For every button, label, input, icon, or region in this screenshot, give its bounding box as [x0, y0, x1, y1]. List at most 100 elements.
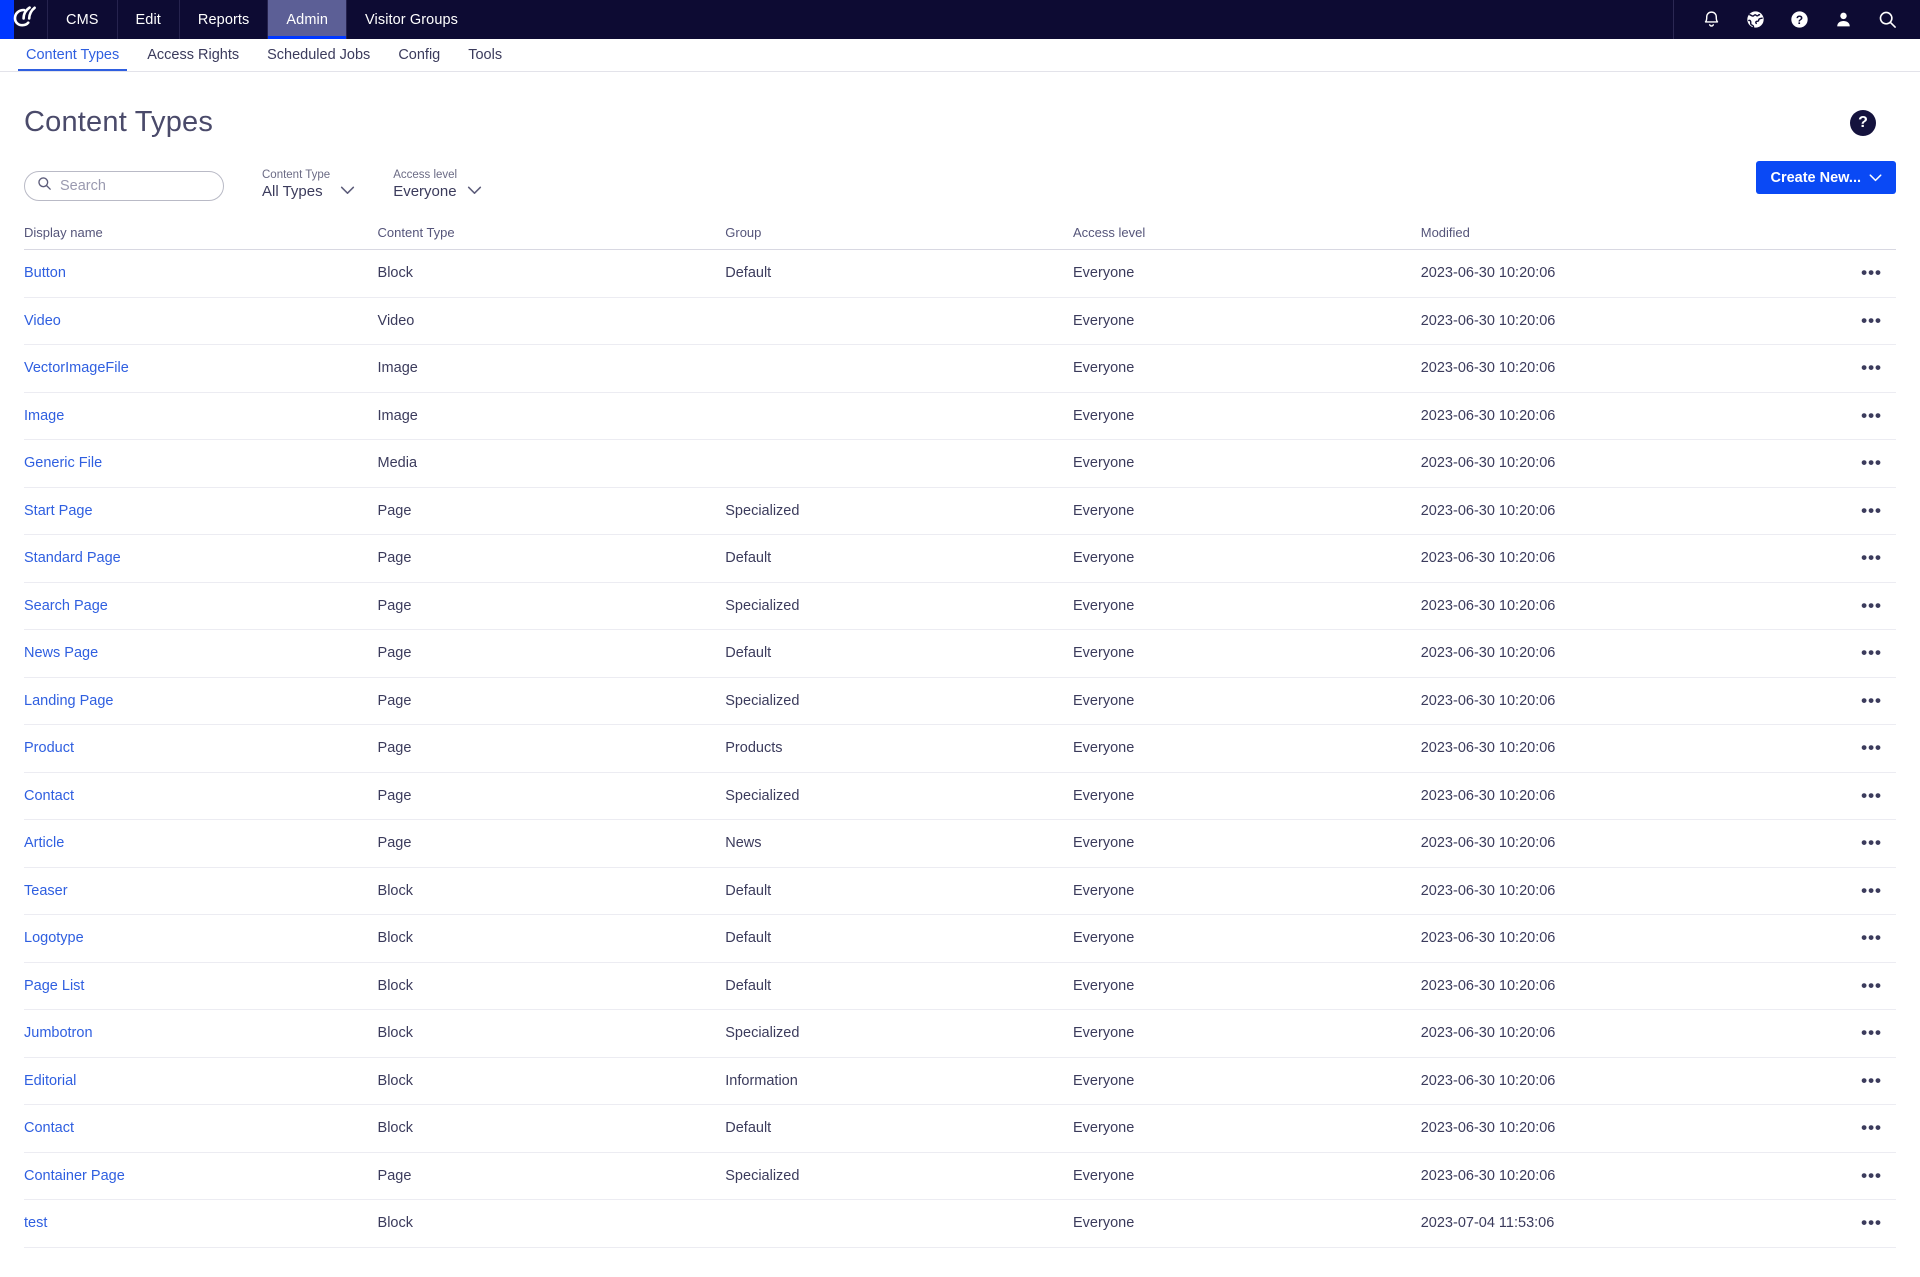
cell-actions: •••	[1803, 249, 1896, 298]
row-menu-icon[interactable]: •••	[1861, 977, 1882, 994]
row-menu-icon[interactable]: •••	[1861, 929, 1882, 946]
cell-display-name: Teaser	[24, 867, 378, 915]
row-menu-icon[interactable]: •••	[1861, 1167, 1882, 1184]
row-menu-icon[interactable]: •••	[1861, 264, 1882, 281]
table-row: Logotype Block Default Everyone 2023-06-30 1…	[24, 914, 1896, 963]
row-menu-icon[interactable]: •••	[1861, 1024, 1882, 1041]
row-menu-icon[interactable]: •••	[1861, 597, 1882, 614]
content-type-link[interactable]: News Page	[24, 645, 98, 661]
cell-access-level: Everyone	[1073, 582, 1421, 630]
search-icon[interactable]	[1876, 9, 1898, 31]
content-type-link[interactable]: Product	[24, 740, 74, 756]
row-menu-icon[interactable]: •••	[1861, 1072, 1882, 1089]
content-type-link[interactable]: Search Page	[24, 598, 108, 614]
row-menu-icon[interactable]: •••	[1861, 1119, 1882, 1136]
content-type-link[interactable]: Container Page	[24, 1168, 125, 1184]
topnav-label: Admin	[286, 11, 329, 28]
content-type-link[interactable]: Contact	[24, 788, 74, 804]
column-header-group[interactable]: Group	[725, 225, 1073, 250]
row-menu-icon[interactable]: •••	[1861, 882, 1882, 899]
row-menu-icon[interactable]: •••	[1861, 787, 1882, 804]
app-logo[interactable]	[0, 0, 47, 39]
row-menu-icon[interactable]: •••	[1861, 644, 1882, 661]
cell-group: Specialized	[725, 1152, 1073, 1200]
row-menu-icon[interactable]: •••	[1861, 739, 1882, 756]
content-type-link[interactable]: Button	[24, 265, 66, 281]
topnav-item-reports[interactable]: Reports	[178, 0, 267, 39]
content-type-link[interactable]: Start Page	[24, 503, 93, 519]
row-menu-icon[interactable]: •••	[1861, 312, 1882, 329]
globe-icon[interactable]	[1744, 9, 1766, 31]
content-type-link[interactable]: Editorial	[24, 1073, 76, 1089]
cell-content-type: Block	[377, 962, 726, 1010]
column-header-content-type[interactable]: Content Type	[377, 225, 726, 250]
content-type-link[interactable]: Video	[24, 313, 61, 329]
row-menu-icon[interactable]: •••	[1861, 407, 1882, 424]
content-type-filter[interactable]: Content Type All Types	[262, 168, 355, 203]
cell-group	[725, 344, 1073, 393]
subnav-item-config[interactable]: Config	[384, 47, 454, 71]
content-type-link[interactable]: Landing Page	[24, 693, 114, 709]
user-icon[interactable]	[1832, 9, 1854, 31]
topnav-item-admin[interactable]: Admin	[267, 0, 347, 39]
content-types-table: Display name Content Type Group Access l…	[24, 225, 1896, 1248]
optimizely-logo-icon	[11, 5, 37, 34]
primary-nav: CMS Edit Reports Admin Visitor Groups	[47, 0, 476, 39]
table-row: Container Page Page Specialized Everyone 202…	[24, 1152, 1896, 1200]
topnav-item-visitor-groups[interactable]: Visitor Groups	[346, 0, 476, 39]
content-type-link[interactable]: Article	[24, 835, 64, 851]
cell-display-name: Search Page	[24, 582, 378, 630]
access-level-filter-label: Access level	[393, 169, 458, 182]
cell-group: Products	[725, 724, 1073, 773]
row-menu-icon[interactable]: •••	[1861, 1214, 1882, 1231]
create-new-button[interactable]: Create New...	[1756, 161, 1896, 194]
row-menu-icon[interactable]: •••	[1861, 454, 1882, 471]
content-type-link[interactable]: Standard Page	[24, 550, 121, 566]
table-row: Search Page Page Specialized Everyone 2023-0…	[24, 582, 1896, 630]
column-header-modified[interactable]: Modified	[1420, 225, 1804, 250]
cell-content-type: Block	[377, 1057, 726, 1105]
content-type-link[interactable]: Teaser	[24, 883, 68, 899]
access-level-filter[interactable]: Access level Everyone	[393, 168, 482, 203]
topnav-item-edit[interactable]: Edit	[116, 0, 179, 39]
row-menu-icon[interactable]: •••	[1861, 692, 1882, 709]
secondary-nav: Content Types Access Rights Scheduled Jo…	[0, 39, 1920, 72]
row-menu-icon[interactable]: •••	[1861, 834, 1882, 851]
subnav-item-access-rights[interactable]: Access Rights	[133, 47, 253, 71]
subnav-item-content-types[interactable]: Content Types	[12, 47, 133, 71]
chevron-down-icon[interactable]	[340, 182, 355, 202]
content-type-link[interactable]: Generic File	[24, 455, 102, 471]
column-header-access-level[interactable]: Access level	[1073, 225, 1421, 250]
topnav-label: CMS	[66, 11, 99, 28]
chevron-down-icon[interactable]	[467, 182, 482, 202]
cell-content-type: Page	[377, 677, 726, 725]
table-row: Video Video Everyone 2023-06-30 10:20:06 •••	[24, 297, 1896, 345]
cell-modified: 2023-06-30 10:20:06	[1420, 1104, 1804, 1153]
row-menu-icon[interactable]: •••	[1861, 549, 1882, 566]
content-type-link[interactable]: test	[24, 1215, 47, 1231]
subnav-item-tools[interactable]: Tools	[454, 47, 516, 71]
content-type-link[interactable]: Image	[24, 408, 64, 424]
cell-display-name: News Page	[24, 629, 378, 678]
cell-modified: 2023-06-30 10:20:06	[1420, 487, 1804, 535]
cell-modified: 2023-06-30 10:20:06	[1420, 772, 1804, 820]
row-menu-icon[interactable]: •••	[1861, 359, 1882, 376]
search-input[interactable]	[60, 178, 213, 194]
content-type-link[interactable]: VectorImageFile	[24, 360, 129, 376]
search-field[interactable]	[24, 171, 224, 201]
row-menu-icon[interactable]: •••	[1861, 502, 1882, 519]
content-type-link[interactable]: Jumbotron	[24, 1025, 93, 1041]
cell-access-level: Everyone	[1073, 962, 1421, 1010]
column-header-display-name[interactable]: Display name	[24, 225, 378, 250]
subnav-label: Scheduled Jobs	[267, 47, 371, 63]
table-row: Product Page Products Everyone 2023-06-30 10…	[24, 724, 1896, 773]
bell-icon[interactable]	[1700, 9, 1722, 31]
cell-group	[725, 297, 1073, 345]
content-type-link[interactable]: Page List	[24, 978, 84, 994]
content-type-link[interactable]: Logotype	[24, 930, 84, 946]
help-icon[interactable]: ?	[1788, 9, 1810, 31]
subnav-item-scheduled-jobs[interactable]: Scheduled Jobs	[253, 47, 384, 71]
content-type-link[interactable]: Contact	[24, 1120, 74, 1136]
page-help-icon[interactable]: ?	[1850, 109, 1876, 136]
topnav-item-cms[interactable]: CMS	[47, 0, 117, 39]
